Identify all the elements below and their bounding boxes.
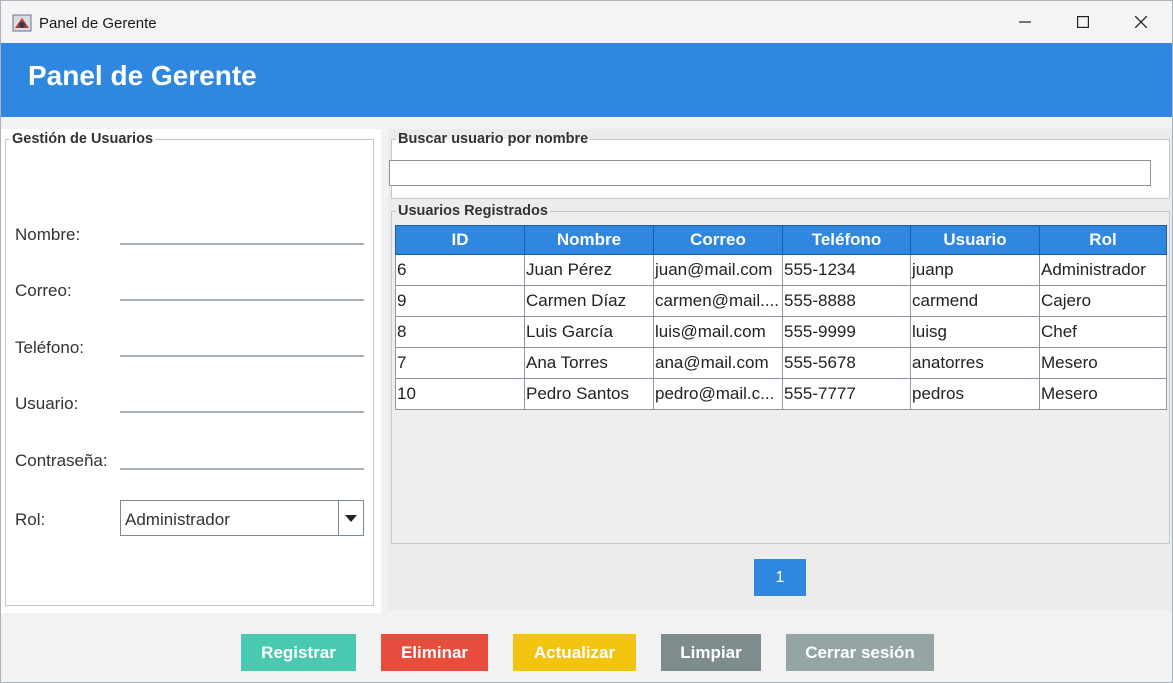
- rol-selected-value: Administrador: [125, 510, 230, 529]
- column-header-correo[interactable]: Correo: [653, 225, 783, 255]
- table-row[interactable]: 8 Luis García luis@mail.com 555-9999 lui…: [395, 316, 1167, 348]
- correo-label: Correo:: [15, 281, 72, 300]
- cell-telefono[interactable]: 555-9999: [782, 316, 911, 348]
- cell-rol[interactable]: Cajero: [1039, 285, 1167, 317]
- close-button[interactable]: [1112, 1, 1170, 43]
- cell-id[interactable]: 10: [395, 378, 525, 410]
- users-table-legend: Usuarios Registrados: [398, 203, 548, 219]
- cell-correo[interactable]: pedro@mail.c...: [653, 378, 783, 410]
- rol-label: Rol:: [15, 510, 46, 529]
- cell-correo[interactable]: ana@mail.com: [653, 347, 783, 379]
- user-management-legend: Gestión de Usuarios: [12, 131, 154, 147]
- usuario-label: Usuario:: [15, 394, 79, 413]
- cell-nombre[interactable]: Ana Torres: [524, 347, 654, 379]
- actualizar-button[interactable]: Actualizar: [513, 634, 636, 671]
- maximize-icon: [1077, 16, 1089, 28]
- column-header-id[interactable]: ID: [395, 225, 525, 255]
- close-icon: [1135, 16, 1147, 28]
- column-header-nombre[interactable]: Nombre: [524, 225, 654, 255]
- title-bar: Panel de Gerente: [1, 1, 1172, 43]
- cell-usuario[interactable]: pedros: [910, 378, 1040, 410]
- telefono-label: Teléfono:: [15, 338, 84, 357]
- users-table-wrapper: ID Nombre Correo Teléfono Usuario Rol 6 …: [395, 225, 1167, 410]
- search-input[interactable]: [389, 160, 1151, 186]
- rol-select[interactable]: Administrador: [120, 500, 364, 536]
- cell-rol[interactable]: Administrador: [1039, 254, 1167, 286]
- app-window: Panel de Gerente Panel de Gerente Gestió…: [0, 0, 1173, 683]
- cell-correo[interactable]: juan@mail.com: [653, 254, 783, 286]
- window-title: Panel de Gerente: [39, 15, 157, 32]
- eliminar-button[interactable]: Eliminar: [381, 634, 488, 671]
- cell-telefono[interactable]: 555-8888: [782, 285, 911, 317]
- column-header-telefono[interactable]: Teléfono: [782, 225, 911, 255]
- cell-telefono[interactable]: 555-7777: [782, 378, 911, 410]
- cell-id[interactable]: 7: [395, 347, 525, 379]
- cerrar-sesion-button[interactable]: Cerrar sesión: [786, 634, 934, 671]
- table-row[interactable]: 9 Carmen Díaz carmen@mail.... 555-8888 c…: [395, 285, 1167, 317]
- minimize-button[interactable]: [996, 1, 1054, 43]
- header-banner: Panel de Gerente: [1, 43, 1172, 117]
- maximize-button[interactable]: [1054, 1, 1112, 43]
- correo-field[interactable]: [120, 299, 364, 301]
- page-1-button[interactable]: 1: [754, 559, 806, 596]
- contrasena-label: Contraseña:: [15, 451, 108, 470]
- cell-nombre[interactable]: Juan Pérez: [524, 254, 654, 286]
- nombre-field[interactable]: [120, 243, 364, 245]
- table-header-row: ID Nombre Correo Teléfono Usuario Rol: [395, 225, 1167, 255]
- nombre-label: Nombre:: [15, 225, 81, 244]
- table-row[interactable]: 7 Ana Torres ana@mail.com 555-5678 anato…: [395, 347, 1167, 379]
- cell-usuario[interactable]: anatorres: [910, 347, 1040, 379]
- cell-rol[interactable]: Chef: [1039, 316, 1167, 348]
- cell-id[interactable]: 8: [395, 316, 525, 348]
- java-app-icon: [12, 14, 32, 32]
- limpiar-button[interactable]: Limpiar: [661, 634, 761, 671]
- page-title: Panel de Gerente: [28, 60, 257, 91]
- cell-usuario[interactable]: luisg: [910, 316, 1040, 348]
- contrasena-field[interactable]: [120, 468, 364, 470]
- chevron-down-icon: [345, 514, 357, 522]
- cell-id[interactable]: 6: [395, 254, 525, 286]
- column-header-usuario[interactable]: Usuario: [910, 225, 1040, 255]
- column-header-rol[interactable]: Rol: [1039, 225, 1167, 255]
- cell-rol[interactable]: Mesero: [1039, 378, 1167, 410]
- cell-usuario[interactable]: carmend: [910, 285, 1040, 317]
- cell-telefono[interactable]: 555-1234: [782, 254, 911, 286]
- cell-nombre[interactable]: Pedro Santos: [524, 378, 654, 410]
- registrar-button[interactable]: Registrar: [241, 634, 356, 671]
- usuario-field[interactable]: [120, 411, 364, 413]
- rol-dropdown-button[interactable]: [338, 501, 363, 535]
- search-legend: Buscar usuario por nombre: [398, 131, 589, 147]
- cell-telefono[interactable]: 555-5678: [782, 347, 911, 379]
- users-table: ID Nombre Correo Teléfono Usuario Rol 6 …: [395, 225, 1167, 410]
- cell-correo[interactable]: luis@mail.com: [653, 316, 783, 348]
- cell-nombre[interactable]: Carmen Díaz: [524, 285, 654, 317]
- table-row[interactable]: 10 Pedro Santos pedro@mail.c... 555-7777…: [395, 378, 1167, 410]
- cell-id[interactable]: 9: [395, 285, 525, 317]
- telefono-field[interactable]: [120, 355, 364, 357]
- cell-correo[interactable]: carmen@mail....: [653, 285, 783, 317]
- table-row[interactable]: 6 Juan Pérez juan@mail.com 555-1234 juan…: [395, 254, 1167, 286]
- minimize-icon: [1019, 21, 1031, 23]
- cell-nombre[interactable]: Luis García: [524, 316, 654, 348]
- cell-rol[interactable]: Mesero: [1039, 347, 1167, 379]
- cell-usuario[interactable]: juanp: [910, 254, 1040, 286]
